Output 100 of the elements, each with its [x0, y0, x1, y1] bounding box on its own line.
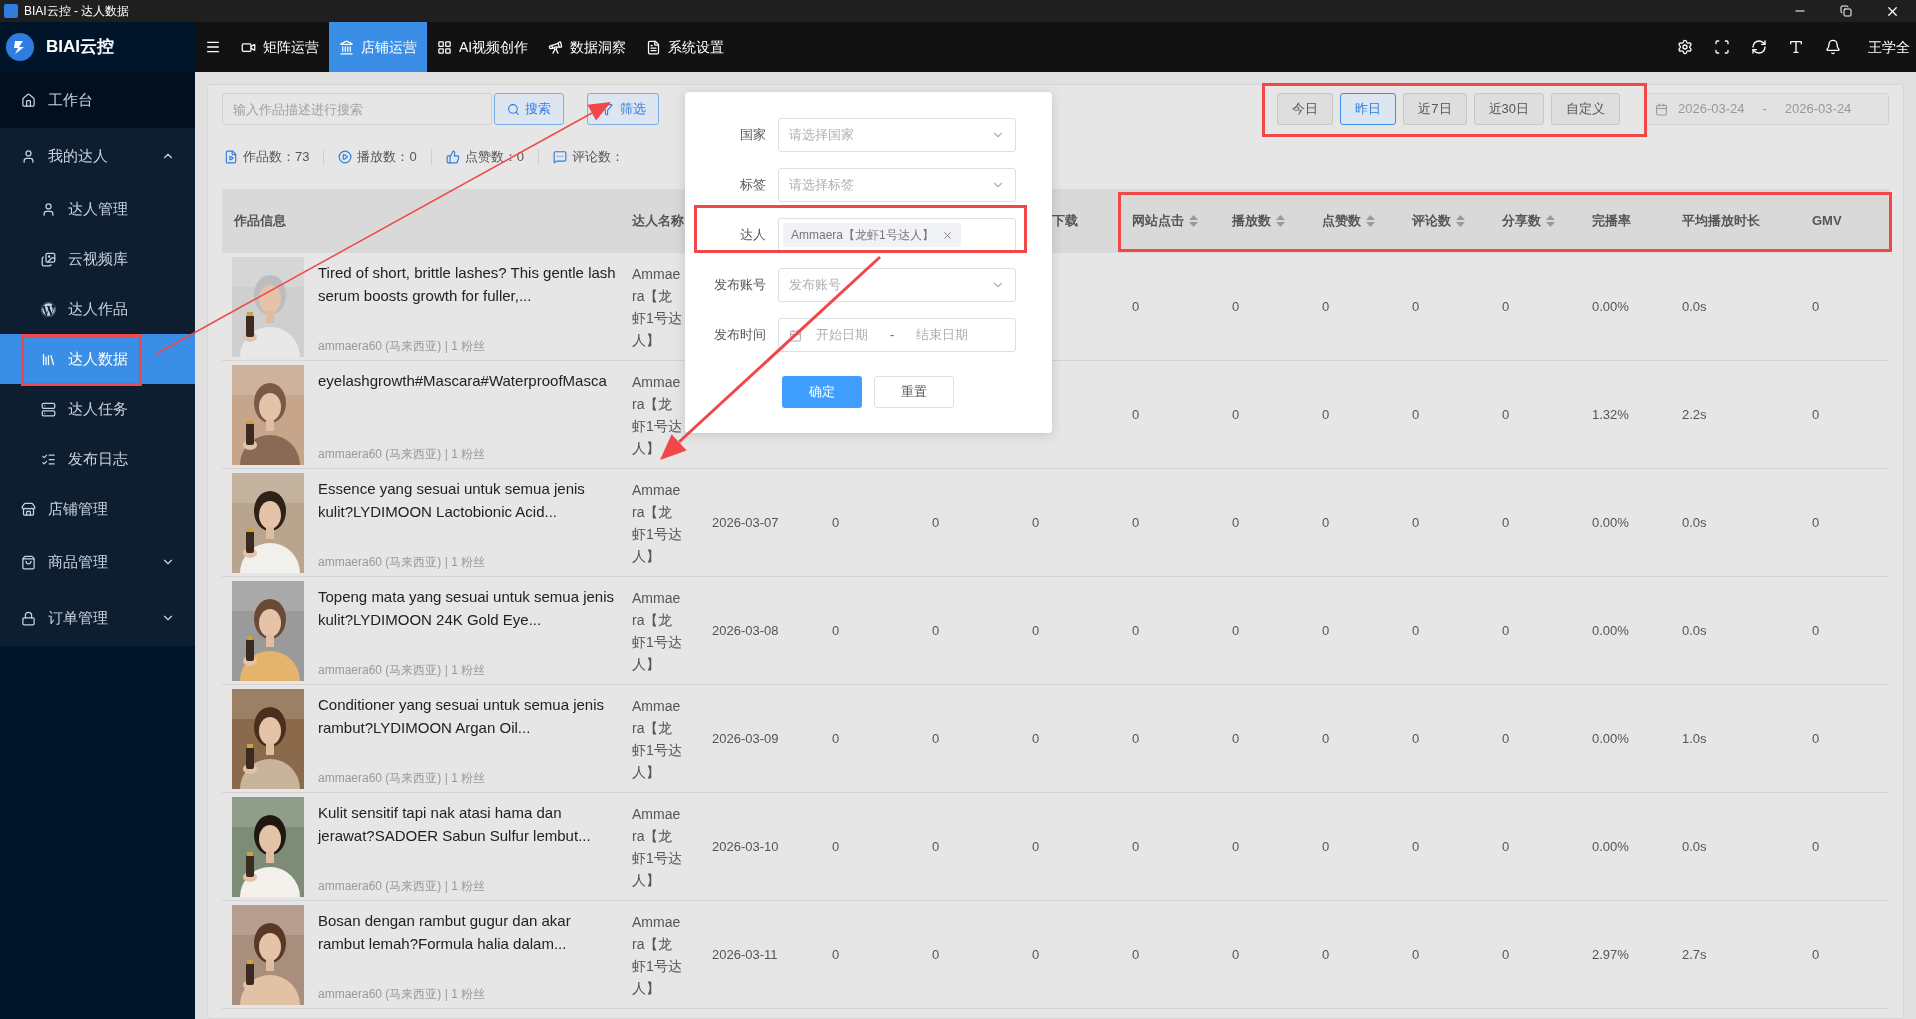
date-preset-button[interactable]: 自定义: [1551, 93, 1620, 125]
field-label: 标签: [739, 176, 766, 195]
user-icon: [40, 201, 56, 217]
nav-tab[interactable]: 矩阵运营: [231, 22, 329, 72]
table-cell-text: 0.0s: [1682, 513, 1707, 532]
sidebar-item[interactable]: 我的达人: [0, 128, 195, 184]
creator-name: Ammaera【龙虾1号达人】: [632, 696, 682, 782]
user-name[interactable]: 王学全: [1868, 36, 1910, 58]
table-cell-text: 0: [1412, 837, 1420, 856]
author-meta: ammaera60 (马来西亚) | 1 粉丝: [318, 554, 487, 571]
remove-tag-icon[interactable]: [941, 229, 953, 241]
table-cell-text: 0: [1322, 729, 1330, 748]
date-start: 开始日期: [816, 326, 868, 345]
date-preset-button[interactable]: 近30日: [1473, 93, 1544, 125]
table-cell-text: 0: [1032, 513, 1040, 532]
date-start: 2026-03-24: [1678, 100, 1745, 119]
tag-select-field[interactable]: Ammaera【龙虾1号达人】: [778, 218, 1016, 252]
restore-icon[interactable]: [1840, 5, 1852, 17]
table-cell-text: 0: [1032, 729, 1040, 748]
menu-icon[interactable]: [205, 39, 221, 55]
sidebar-item[interactable]: 工作台: [0, 72, 195, 128]
table-cell-text: 0: [1812, 405, 1820, 424]
nav-tab[interactable]: AI视频创作: [427, 22, 539, 72]
field-label: 国家: [739, 126, 766, 145]
app-icon: [4, 4, 18, 18]
images-icon: [40, 251, 56, 267]
store-icon: [20, 501, 36, 517]
table-cell-text: 0.00%: [1592, 729, 1629, 748]
table-cell-text: 0.0s: [1682, 837, 1707, 856]
table-cell-text: 0: [832, 729, 840, 748]
table-cell-text: 0.0s: [1682, 297, 1707, 316]
table-cell-text: 0: [1812, 945, 1820, 964]
creator-name: Ammaera【龙虾1号达人】: [632, 804, 682, 890]
date-preset-button[interactable]: 今日: [1277, 93, 1334, 125]
books-icon: [40, 351, 56, 367]
text-size-icon[interactable]: [1788, 39, 1804, 55]
comment-icon: [552, 150, 567, 164]
bank-icon: [339, 39, 354, 55]
table-cell-text: 0: [1502, 945, 1510, 964]
table-cell-text: 0: [1322, 405, 1330, 424]
table-cell-text: 0: [932, 621, 940, 640]
sidebar-item[interactable]: 订单管理: [0, 590, 195, 646]
field-label: 达人: [739, 226, 766, 245]
stat-text: 作品数：73: [243, 148, 310, 167]
window-title: BIAI云控 - 达人数据: [24, 3, 130, 20]
refresh-icon[interactable]: [1751, 39, 1767, 55]
video-title: Tired of short, brittle lashes? This gentle lash serum boosts growth for fuller,...: [318, 263, 616, 306]
settings-icon[interactable]: [1677, 39, 1693, 55]
table-cell-text: 0: [1412, 945, 1420, 964]
sidebar-item[interactable]: 商品管理: [0, 534, 195, 590]
stat-text: 评论数：: [571, 148, 624, 167]
server-icon: [40, 401, 56, 417]
author-meta: ammaera60 (马来西亚) | 1 粉丝: [318, 338, 487, 355]
fullscreen-icon[interactable]: [1714, 39, 1730, 55]
home-icon: [20, 92, 36, 108]
table-cell-text: 0: [832, 513, 840, 532]
sidebar-item[interactable]: 云视频库: [0, 234, 195, 284]
nav-tab[interactable]: 系统设置: [636, 22, 735, 72]
video-title: Conditioner yang sesuai untuk semua jenis rambut?LYDIMOON Argan Oil...: [318, 695, 605, 738]
author-meta: ammaera60 (马来西亚) | 1 粉丝: [318, 662, 487, 679]
table-cell-text: 0: [1812, 513, 1820, 532]
search-field[interactable]: 输入作品描述进行搜索: [222, 93, 492, 125]
table-cell-text: 0: [1812, 837, 1820, 856]
table-cell-text: 0.0s: [1682, 621, 1707, 640]
table-cell-text: 0: [1132, 945, 1140, 964]
video-title: Kulit sensitif tapi nak atasi hama dan jerawat?SADOER Sabun Sulfur lembut...: [318, 803, 592, 846]
video-title: eyelashgrowth#Mascara#WaterproofMasca: [318, 371, 607, 391]
table-cell-text: 0: [832, 621, 840, 640]
bell-icon[interactable]: [1825, 39, 1841, 55]
table-cell-text: 0: [1502, 513, 1510, 532]
table-cell-text: 0: [1502, 729, 1510, 748]
table-cell-text: 0: [1032, 837, 1040, 856]
thumbs-up-icon: [445, 150, 460, 164]
table-cell-text: 0: [1132, 405, 1140, 424]
sidebar-item[interactable]: 达人任务: [0, 384, 195, 434]
sidebar-item[interactable]: 发布日志: [0, 434, 195, 484]
video-title: Topeng mata yang sesuai untuk semua jenis kulit?LYDIMOON 24K Gold Eye...: [318, 587, 615, 630]
search-icon: [507, 102, 520, 116]
sidebar-item[interactable]: 达人作品: [0, 284, 195, 334]
table-cell-text: 2026-03-09: [712, 729, 779, 748]
nav-tab[interactable]: 数据洞察: [538, 22, 637, 72]
table-cell-text: 0: [1232, 297, 1240, 316]
creator-name: Ammaera【龙虾1号达人】: [632, 372, 682, 458]
table-cell-text: 0.00%: [1592, 513, 1629, 532]
document-icon: [646, 39, 662, 55]
table-cell-text: 1.32%: [1592, 405, 1629, 424]
table-cell-text: 2026-03-10: [712, 837, 779, 856]
column-header: 完播率: [1592, 212, 1631, 231]
grid-icon: [437, 39, 452, 55]
reset-button[interactable]: 重置: [874, 376, 954, 408]
table-cell-text: 0: [1322, 837, 1330, 856]
table-cell-text: 0: [932, 513, 940, 532]
column-header: 评论数: [1412, 211, 1465, 231]
author-meta: ammaera60 (马来西亚) | 1 粉丝: [318, 986, 487, 1003]
sidebar-item[interactable]: 达人管理: [0, 184, 195, 234]
date-range-field[interactable]: 开始日期 - 结束日期: [778, 318, 1016, 352]
date-preset-button[interactable]: 近7日: [1403, 93, 1467, 125]
table-cell-text: 0: [1132, 513, 1140, 532]
table-cell-text: 0: [1812, 729, 1820, 748]
sidebar-item[interactable]: 店铺管理: [0, 484, 195, 534]
